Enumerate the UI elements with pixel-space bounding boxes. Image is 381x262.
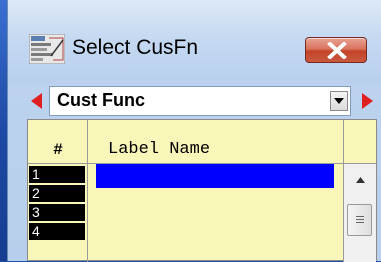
red-left-arrow-icon [31,93,42,109]
previous-button[interactable] [27,87,47,115]
cusfn-app-icon [28,33,66,65]
close-button[interactable] [305,37,367,63]
select-cusfn-dialog: Select CusFn Cust Func # Label Name 1 2 … [7,0,381,262]
scroll-thumb[interactable] [347,204,372,236]
function-toolbar: Cust Func [27,84,377,118]
thumb-grip [356,219,364,220]
custom-function-grid: # Label Name 1 2 3 4 [27,119,377,262]
close-icon [327,42,347,59]
table-row-number[interactable]: 3 [29,204,85,221]
title-bar[interactable]: Select CusFn [8,0,381,84]
function-type-select[interactable]: Cust Func [49,86,351,116]
column-header-label-name: Label Name [108,140,211,159]
dropdown-button[interactable] [330,91,348,111]
chevron-down-icon [334,98,344,104]
thumb-grip [356,222,364,223]
table-row-number[interactable]: 2 [29,185,85,202]
table-row-number[interactable]: 4 [29,223,85,240]
thumb-grip [356,216,364,217]
vertical-scrollbar[interactable] [344,164,376,262]
parent-window-edge [0,0,7,261]
table-row-number[interactable]: 1 [29,166,85,183]
column-header-number: # [53,141,63,159]
scroll-up-arrow-icon[interactable] [356,177,365,183]
function-type-value: Cust Func [57,90,145,110]
next-button[interactable] [357,87,377,115]
window-title: Select CusFn [72,36,199,59]
selected-row-highlight[interactable] [96,164,334,188]
red-right-arrow-icon [362,93,373,109]
